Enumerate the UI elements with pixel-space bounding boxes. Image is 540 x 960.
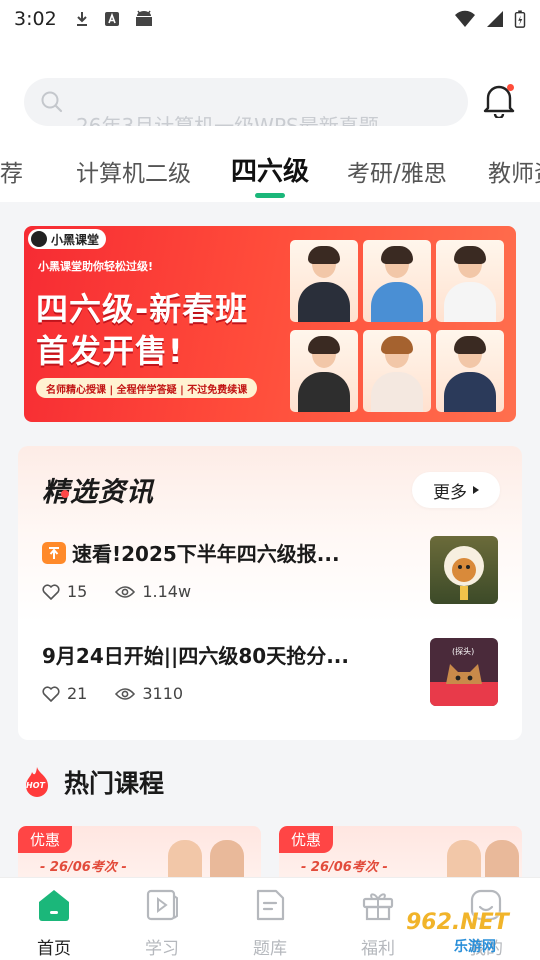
views-count: 1.14w bbox=[142, 582, 192, 601]
news-thumbnail: (探头) bbox=[430, 638, 498, 706]
nav-label: 题库 bbox=[253, 939, 287, 959]
discount-tag: 优惠 bbox=[279, 826, 334, 853]
eye-icon bbox=[115, 585, 136, 598]
battery-icon bbox=[514, 10, 526, 28]
download-icon bbox=[76, 12, 87, 26]
teacher-photo bbox=[363, 330, 431, 412]
teacher-photo bbox=[363, 240, 431, 322]
gift-icon bbox=[362, 893, 394, 921]
nav-home[interactable]: 首页 bbox=[0, 884, 108, 959]
hot-fire-icon: HOT bbox=[22, 766, 52, 798]
featured-news-card: 精选资讯 更多 速看!2025下半年四六级报... 15 1.14w 9月24日… bbox=[18, 446, 522, 740]
promo-banner[interactable]: 小黑课堂 小黑课堂助你轻松过级! 四六级-新春班 首发开售! 名师精心授课 | … bbox=[24, 226, 516, 422]
status-notification-icons bbox=[73, 10, 155, 28]
more-label: 更多 bbox=[433, 482, 467, 503]
news-item-title: 速看!2025下半年四六级报... bbox=[72, 542, 340, 566]
news-thumbnail bbox=[430, 536, 498, 604]
teacher-photo-grid bbox=[290, 240, 504, 414]
search-bar[interactable]: 26年3月计算机一级WPS最新真题 bbox=[24, 78, 468, 126]
likes-count: 15 bbox=[67, 582, 88, 601]
font-a-icon bbox=[104, 12, 119, 26]
banner-logo: 小黑课堂 bbox=[28, 229, 107, 249]
triangle-right-icon bbox=[473, 486, 479, 494]
news-item-title-row: 速看!2025下半年四六级报... bbox=[42, 538, 340, 567]
top-header: 26年3月计算机一级WPS最新真题 荐 计算机二级 四六级 考研/雅思 教师资 bbox=[0, 38, 540, 202]
document-icon bbox=[256, 889, 285, 921]
course-subtitle: - 26/06考次 - bbox=[40, 860, 127, 875]
pinned-top-icon bbox=[42, 541, 66, 564]
status-time: 3:02 bbox=[14, 8, 57, 30]
watermark-line1: 962.NET bbox=[406, 910, 509, 935]
likes-stat: 21 bbox=[42, 684, 87, 703]
views-stat: 1.14w bbox=[115, 582, 191, 601]
nav-question-bank[interactable]: 题库 bbox=[216, 884, 324, 959]
search-icon bbox=[41, 91, 63, 113]
thumb-caption: (探头) bbox=[452, 647, 475, 656]
logo-face-icon bbox=[31, 231, 47, 247]
views-stat: 3110 bbox=[115, 684, 183, 703]
hot-courses-title: 热门课程 bbox=[64, 769, 165, 798]
likes-count: 21 bbox=[67, 684, 88, 703]
news-list-item[interactable]: 9月24日开始||四六级80天抢分... 21 3110 (探头) bbox=[18, 638, 522, 730]
banner-logo-text: 小黑课堂 bbox=[51, 232, 100, 247]
likes-stat: 15 bbox=[42, 582, 87, 601]
heart-icon bbox=[42, 685, 60, 702]
tab-teacher[interactable]: 教师资 bbox=[488, 154, 540, 188]
notification-button[interactable] bbox=[482, 82, 516, 120]
hot-courses-header: HOT 热门课程 bbox=[22, 764, 164, 800]
news-list-item[interactable]: 速看!2025下半年四六级报... 15 1.14w bbox=[18, 536, 522, 628]
active-tab-indicator bbox=[255, 193, 285, 198]
tab-postgrad-ielts[interactable]: 考研/雅思 bbox=[347, 154, 447, 188]
app-page: 3:02 26年3月计算机一级WPS最新真题 荐 计算机二级 四六级 考研/雅思… bbox=[0, 0, 540, 960]
banner-feature-pill: 名师精心授课 | 全程伴学答疑 | 不过免费续课 bbox=[36, 378, 258, 398]
tab-computer-level-2[interactable]: 计算机二级 bbox=[76, 154, 191, 188]
news-item-stats: 15 1.14w bbox=[42, 582, 219, 601]
status-system-icons bbox=[454, 10, 526, 28]
news-item-stats: 21 3110 bbox=[42, 684, 211, 703]
notification-dot bbox=[507, 84, 514, 91]
news-section-title: 精选资讯 bbox=[42, 477, 154, 508]
news-title-dot bbox=[61, 490, 69, 498]
nav-label: 首页 bbox=[37, 939, 71, 959]
banner-title-line1: 四六级-新春班 bbox=[36, 290, 249, 328]
android-icon bbox=[135, 10, 152, 26]
discount-tag: 优惠 bbox=[18, 826, 73, 853]
teacher-photo bbox=[290, 240, 358, 322]
nav-study[interactable]: 学习 bbox=[108, 884, 216, 959]
banner-slogan: 小黑课堂助你轻松过级! bbox=[38, 260, 154, 273]
views-count: 3110 bbox=[142, 684, 184, 703]
category-tabs: 荐 计算机二级 四六级 考研/雅思 教师资 bbox=[0, 148, 540, 202]
course-subtitle: - 26/06考次 - bbox=[301, 860, 388, 875]
wifi-icon bbox=[455, 10, 475, 27]
course-card[interactable]: 优惠 - 26/06考次 - bbox=[18, 826, 261, 886]
course-card[interactable]: 优惠 - 26/06考次 - bbox=[279, 826, 522, 886]
news-item-title: 9月24日开始||四六级80天抢分... bbox=[42, 644, 349, 668]
status-bar: 3:02 bbox=[0, 0, 540, 38]
home-icon bbox=[39, 890, 69, 921]
teacher-photo bbox=[290, 330, 358, 412]
tab-recommend[interactable]: 荐 bbox=[0, 154, 23, 188]
nav-label: 学习 bbox=[145, 939, 179, 959]
eye-icon bbox=[115, 687, 136, 700]
play-book-icon bbox=[146, 889, 178, 921]
search-placeholder: 26年3月计算机一级WPS最新真题 bbox=[76, 114, 379, 126]
site-watermark: 962.NET 乐游网 bbox=[400, 910, 540, 960]
heart-icon bbox=[42, 583, 60, 600]
watermark-line2: 乐游网 bbox=[454, 939, 496, 955]
more-news-button[interactable]: 更多 bbox=[412, 472, 500, 508]
banner-title-line2: 首发开售! bbox=[36, 332, 184, 370]
teacher-photo bbox=[436, 330, 504, 412]
tab-cet[interactable]: 四六级 bbox=[231, 151, 309, 188]
hot-badge-text: HOT bbox=[26, 781, 45, 790]
signal-icon bbox=[487, 11, 503, 27]
teacher-photo bbox=[436, 240, 504, 322]
news-item-title-row: 9月24日开始||四六级80天抢分... bbox=[42, 640, 349, 669]
